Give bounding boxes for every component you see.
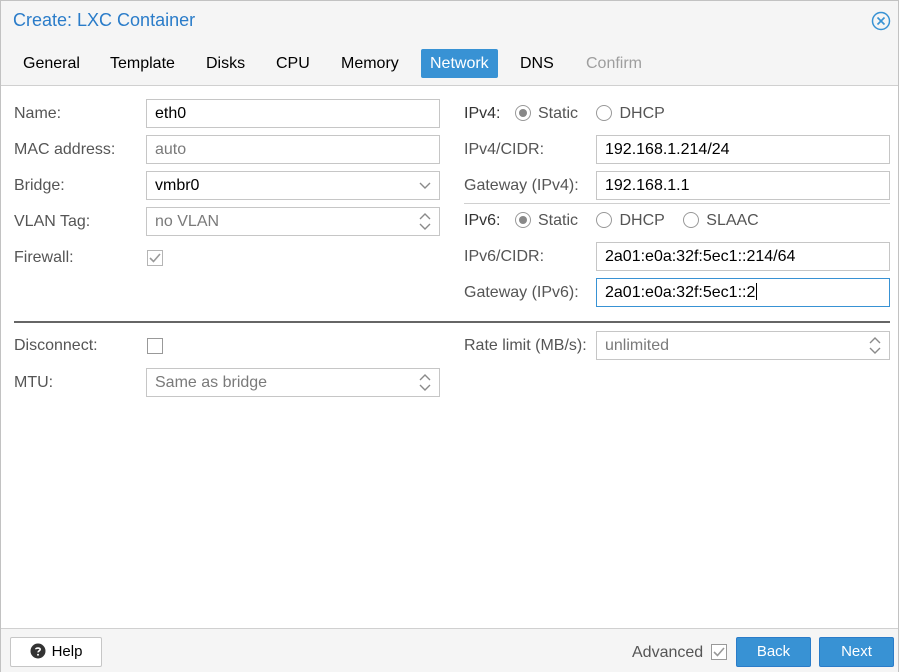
ipv4-mode-radios: Static DHCP [515,103,679,125]
ipv6-slaac-radio[interactable] [683,212,700,228]
ipv4-dhcp-radio[interactable] [596,105,613,121]
back-button[interactable]: Back [736,637,811,667]
disconnect-label: Disconnect: [14,337,98,354]
tab-disks[interactable]: Disks [197,49,254,78]
mtu-input[interactable]: Same as bridge [146,368,440,397]
bridge-value: vmbr0 [155,177,200,194]
next-button[interactable]: Next [819,637,894,667]
chevron-down-icon[interactable] [417,172,433,199]
ipv4-cidr-value: 192.168.1.214/24 [605,141,730,158]
firewall-label: Firewall: [14,249,74,266]
tab-network[interactable]: Network [421,49,498,78]
rate-limit-label: Rate limit (MB/s): [464,337,587,354]
dialog-footer: Help Advanced Back Next [1,628,898,672]
ipv6-static-text: Static [538,212,579,229]
advanced-checkbox[interactable] [711,644,727,660]
ipv6-mode-radios: Static DHCP SLAAC [515,210,773,232]
lxc-create-dialog: Create: LXC Container General Template D… [0,0,899,672]
rate-limit-placeholder: unlimited [605,337,670,354]
gateway-ipv6-label: Gateway (IPv6): [464,284,579,301]
spinner-arrows-icon[interactable] [417,208,433,235]
ipv4-cidr-input[interactable]: 192.168.1.214/24 [596,135,890,164]
advanced-label: Advanced [632,644,704,661]
firewall-checkbox[interactable] [147,250,163,266]
dialog-titlebar: Create: LXC Container [1,1,898,43]
rate-limit-input[interactable]: unlimited [596,331,890,360]
help-button[interactable]: Help [10,637,102,667]
vlan-tag-label: VLAN Tag: [14,213,91,230]
mtu-label: MTU: [14,374,54,391]
ipv6-slaac-text: SLAAC [706,212,759,229]
tab-dns[interactable]: DNS [511,49,563,78]
tab-general[interactable]: General [14,49,89,78]
ipv6-cidr-label: IPv6/CIDR: [464,248,545,265]
tab-cpu[interactable]: CPU [267,49,319,78]
bridge-label: Bridge: [14,177,65,194]
ipv6-static-option[interactable]: Static [515,212,578,229]
name-input[interactable]: eth0 [146,99,440,128]
tab-template[interactable]: Template [101,49,184,78]
mtu-placeholder: Same as bridge [155,374,268,391]
checkmark-icon [713,647,725,657]
wizard-tabbar: General Template Disks CPU Memory Networ… [1,43,898,86]
advanced-section-divider [14,321,890,323]
name-label: Name: [14,105,62,122]
spinner-arrows-icon[interactable] [867,332,883,359]
ipv4-dhcp-text: DHCP [619,105,665,122]
ipv6-static-radio[interactable] [515,212,531,228]
ipv4-cidr-label: IPv4/CIDR: [464,141,545,158]
ipv4-static-text: Static [538,105,579,122]
ip-section-divider [464,203,890,204]
ipv6-label: IPv6: [464,212,501,229]
gateway-ipv4-value: 192.168.1.1 [605,177,690,194]
ipv6-dhcp-option[interactable]: DHCP [596,212,665,229]
mac-address-placeholder: auto [155,141,187,158]
tab-memory[interactable]: Memory [332,49,408,78]
gateway-ipv6-value: 2a01:e0a:32f:5ec1::2 [605,284,756,301]
gateway-ipv4-label: Gateway (IPv4): [464,177,579,194]
ipv4-static-option[interactable]: Static [515,105,578,122]
ipv6-dhcp-text: DHCP [619,212,665,229]
tab-confirm: Confirm [586,55,643,72]
disconnect-checkbox[interactable] [147,338,163,354]
ipv4-label: IPv4: [464,105,501,122]
mac-address-label: MAC address: [14,141,116,158]
ipv4-dhcp-option[interactable]: DHCP [596,105,665,122]
mac-address-input[interactable]: auto [146,135,440,164]
question-circle-icon [30,643,46,659]
spinner-arrows-icon[interactable] [417,369,433,396]
dialog-title: Create: LXC Container [13,10,196,30]
ipv6-slaac-option[interactable]: SLAAC [683,212,759,229]
gateway-ipv6-input[interactable]: 2a01:e0a:32f:5ec1::2 [596,278,890,307]
vlan-tag-placeholder: no VLAN [155,213,220,230]
ipv6-cidr-input[interactable]: 2a01:e0a:32f:5ec1::214/64 [596,242,890,271]
text-caret [756,283,758,300]
help-button-label: Help [51,643,83,660]
close-circle-icon[interactable] [871,11,891,31]
ipv6-dhcp-radio[interactable] [596,212,613,228]
bridge-select[interactable]: vmbr0 [146,171,440,200]
ipv6-cidr-value: 2a01:e0a:32f:5ec1::214/64 [605,248,796,265]
checkmark-icon [149,253,161,263]
name-value: eth0 [155,105,187,122]
gateway-ipv4-input[interactable]: 192.168.1.1 [596,171,890,200]
vlan-tag-input[interactable]: no VLAN [146,207,440,236]
ipv4-static-radio[interactable] [515,105,531,121]
